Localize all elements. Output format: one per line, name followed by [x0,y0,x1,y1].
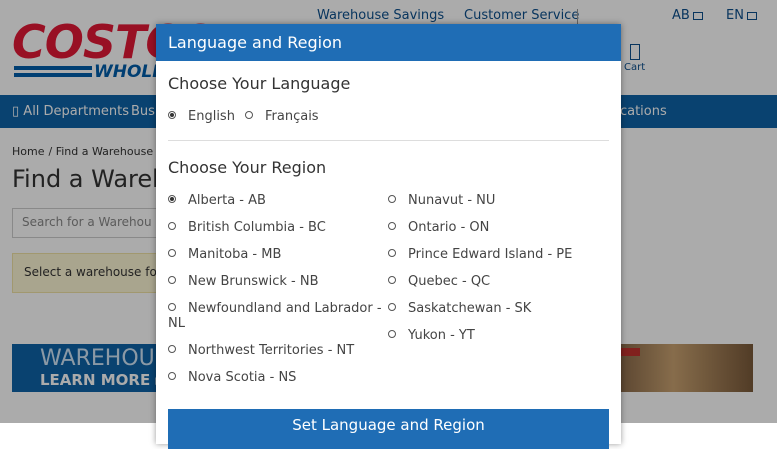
radio-button[interactable] [168,248,176,257]
option-label: Nova Scotia - NS [188,370,297,385]
region-option-mb[interactable]: Manitoba - MB [168,247,281,262]
dialog-title: Language and Region [168,33,343,52]
region-option-qc[interactable]: Quebec - QC [388,274,490,289]
set-language-region-button[interactable]: Set Language and Region [168,409,609,449]
region-heading: Choose Your Region [168,158,327,177]
region-option-ab[interactable]: Alberta - AB [168,193,266,208]
region-option-nl-continued: NL [168,316,185,331]
option-label: Quebec - QC [408,274,491,289]
region-option-yt[interactable]: Yukon - YT [388,328,475,343]
option-label: Nunavut - NU [408,193,496,208]
section-divider [168,140,609,141]
region-option-nt[interactable]: Northwest Territories - NT [168,343,354,358]
radio-button[interactable] [388,302,396,311]
language-region-dialog: Language and Region Choose Your Language… [156,24,621,449]
radio-button[interactable] [388,275,396,284]
option-label: Manitoba - MB [188,247,282,262]
radio-button[interactable] [168,221,176,230]
option-label: Français [265,109,319,124]
radio-button[interactable] [168,275,176,284]
region-option-sk[interactable]: Saskatchewan - SK [388,301,531,316]
language-option-english[interactable]: English [168,109,235,124]
region-option-bc[interactable]: British Columbia - BC [168,220,326,235]
radio-button[interactable] [168,302,176,311]
radio-button[interactable] [388,221,396,230]
radio-button[interactable] [388,194,396,203]
region-option-nb[interactable]: New Brunswick - NB [168,274,319,289]
option-label: Prince Edward Island - PE [408,247,573,262]
region-option-on[interactable]: Ontario - ON [388,220,489,235]
option-label: Saskatchewan - SK [408,301,532,316]
region-option-nl[interactable]: Newfoundland and Labrador - [168,301,382,316]
option-label: Yukon - YT [408,328,475,343]
radio-button[interactable] [168,344,176,353]
dialog-header: Language and Region [156,24,621,61]
radio-button[interactable] [245,110,253,119]
option-label: Northwest Territories - NT [188,343,355,358]
region-option-ns[interactable]: Nova Scotia - NS [168,370,296,385]
language-option-french[interactable]: Français [245,109,319,124]
language-heading: Choose Your Language [168,74,351,93]
radio-button[interactable] [168,110,176,119]
option-label: Ontario - ON [408,220,490,235]
region-option-nu[interactable]: Nunavut - NU [388,193,495,208]
radio-button[interactable] [168,371,176,380]
option-label: Alberta - AB [188,193,266,208]
option-label: English [188,109,235,124]
option-label: British Columbia - BC [188,220,326,235]
option-label: Newfoundland and Labrador - [188,301,382,316]
region-option-pe[interactable]: Prince Edward Island - PE [388,247,572,262]
radio-button[interactable] [168,194,176,203]
option-label: New Brunswick - NB [188,274,319,289]
radio-button[interactable] [388,329,396,338]
radio-button[interactable] [388,248,396,257]
